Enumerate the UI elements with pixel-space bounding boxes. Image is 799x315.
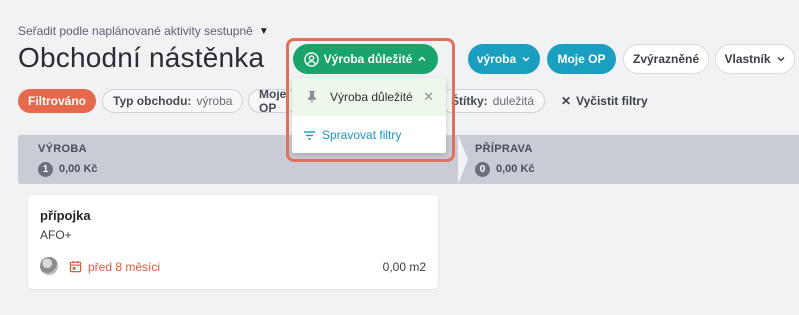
chevron-down-icon xyxy=(776,56,785,62)
stage-header-priprava: PŘÍPRAVA 0 0,00 Kč xyxy=(458,135,799,184)
vyroba-label: výroba xyxy=(476,52,517,66)
deal-amount: 0,00 m2 xyxy=(382,260,426,274)
stage-count: 0 xyxy=(475,162,490,177)
chevron-down-icon xyxy=(522,56,530,62)
clear-filters-button[interactable]: ✕ Vyčistit filtry xyxy=(561,94,648,108)
due-date: před 8 měsíci xyxy=(88,260,161,274)
calendar-icon xyxy=(69,260,82,273)
filtered-badge: Filtrováno xyxy=(18,89,97,113)
deal-title: přípojka xyxy=(40,208,91,223)
sort-selector[interactable]: Seřadit podle naplánované aktivity sestu… xyxy=(18,24,269,38)
clear-filters-label: Vyčistit filtry xyxy=(576,94,648,108)
stage-amount: 0,00 Kč xyxy=(496,163,535,175)
avatar xyxy=(40,257,58,275)
highlight-frame xyxy=(286,38,455,162)
vlastnik-button[interactable]: Vlastník xyxy=(715,44,795,74)
sort-label: Seřadit podle naplánované aktivity sestu… xyxy=(18,24,253,38)
filter-chip-key: Typ obchodu: xyxy=(113,94,192,108)
vyroba-button[interactable]: výroba xyxy=(468,44,540,74)
zvyraznene-label: Zvýrazněné xyxy=(632,52,700,66)
zvyraznene-button[interactable]: Zvýrazněné xyxy=(623,44,709,74)
filter-chip-stitky[interactable]: Štítky: duležitá xyxy=(440,89,546,113)
deal-card[interactable]: přípojka AFO+ před 8 měsíci 0,00 m2 xyxy=(28,195,438,289)
stage-notch xyxy=(458,135,468,184)
deal-subtitle: AFO+ xyxy=(40,228,72,242)
moje-op-button[interactable]: Moje OP xyxy=(547,44,616,74)
chevron-down-icon: ▼ xyxy=(258,25,269,37)
stage-amount: 0,00 Kč xyxy=(59,163,98,175)
filtered-label: Filtrováno xyxy=(28,94,87,108)
filter-chip-key: Štítky: xyxy=(451,94,488,108)
stage-name: PŘÍPRAVA xyxy=(475,143,533,155)
filter-chip-key: Moje OP xyxy=(259,89,287,113)
vlastnik-label: Vlastník xyxy=(724,52,771,66)
filter-chip-typ-obchodu[interactable]: Typ obchodu: výroba xyxy=(102,89,244,113)
stage-name: VÝROBA xyxy=(38,143,87,155)
stage-count: 1 xyxy=(38,162,53,177)
filter-chip-value: duležitá xyxy=(492,94,535,108)
moje-op-label: Moje OP xyxy=(557,52,606,66)
filter-chip-value: výroba xyxy=(196,94,233,108)
page-title: Obchodní nástěnka xyxy=(18,42,265,73)
close-icon: ✕ xyxy=(561,94,572,108)
